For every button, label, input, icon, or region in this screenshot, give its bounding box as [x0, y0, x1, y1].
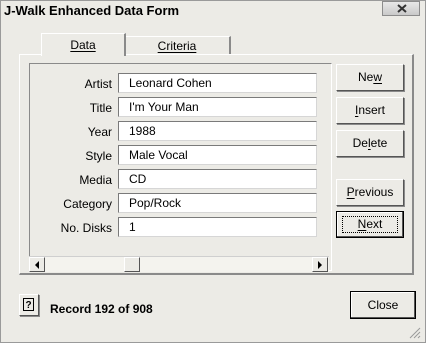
title-bar: J-Walk Enhanced Data Form: [1, 1, 425, 23]
new-button-label: New: [357, 70, 382, 84]
close-window-button[interactable]: [382, 1, 420, 16]
scroll-thumb[interactable]: [124, 257, 140, 272]
fields-frame: [29, 63, 332, 271]
scroll-right-button[interactable]: [312, 257, 328, 272]
year-label: Year: [87, 125, 112, 139]
close-icon: [397, 4, 407, 13]
category-field[interactable]: Pop/Rock: [118, 193, 317, 213]
no-disks-field[interactable]: 1: [118, 217, 317, 237]
arrow-right-icon: [318, 261, 322, 269]
year-field[interactable]: 1988: [118, 121, 317, 141]
tab-data[interactable]: Data: [41, 33, 126, 56]
next-button[interactable]: Next: [336, 211, 404, 238]
previous-button-label: Previous: [346, 185, 394, 199]
delete-button-label: Delete: [352, 136, 388, 150]
title-label: Title: [89, 101, 112, 115]
media-field[interactable]: CD: [118, 169, 317, 189]
tab-data-label: Data: [70, 38, 96, 52]
insert-button[interactable]: Insert: [336, 97, 404, 124]
artist-field[interactable]: Leonard Cohen: [118, 73, 317, 93]
tab-criteria-label: Criteria: [157, 39, 197, 53]
scroll-left-button[interactable]: [29, 257, 45, 272]
previous-button[interactable]: Previous: [336, 179, 404, 206]
insert-button-label: Insert: [354, 103, 386, 117]
record-scrollbar[interactable]: [29, 256, 329, 272]
tab-criteria[interactable]: Criteria: [125, 36, 231, 54]
resize-grip-icon[interactable]: [409, 327, 421, 339]
record-status: Record 192 of 908: [50, 302, 153, 316]
no-disks-label: No. Disks: [60, 221, 112, 235]
next-button-label: Next: [342, 216, 398, 233]
close-button[interactable]: Close: [350, 291, 416, 319]
dialog-window: J-Walk Enhanced Data Form Data Criteria …: [0, 0, 426, 343]
title-field[interactable]: I'm Your Man: [118, 97, 317, 117]
category-label: Category: [63, 197, 112, 211]
style-field[interactable]: Male Vocal: [118, 145, 317, 165]
style-label: Style: [85, 149, 112, 163]
help-button[interactable]: ?: [19, 294, 39, 316]
window-title: J-Walk Enhanced Data Form: [4, 3, 180, 18]
artist-label: Artist: [84, 77, 112, 91]
media-label: Media: [79, 173, 112, 187]
help-icon: ?: [23, 298, 34, 311]
new-button[interactable]: New: [336, 64, 404, 91]
delete-button[interactable]: Delete: [336, 130, 404, 157]
arrow-left-icon: [35, 261, 39, 269]
